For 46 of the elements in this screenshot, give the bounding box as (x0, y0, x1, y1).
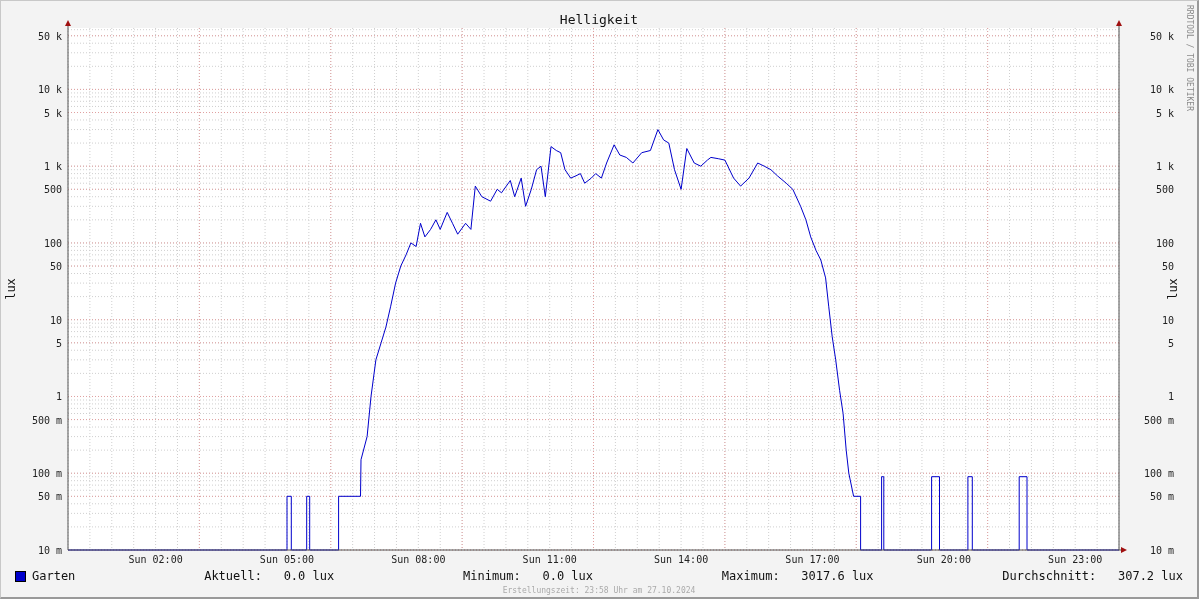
x-tick-label: Sun 11:00 (522, 554, 577, 565)
y-tick-label: 10 (1161, 314, 1174, 326)
y-tick-label: 100 m (1143, 468, 1174, 480)
y-tick-label: 50 m (1149, 491, 1174, 503)
x-tick-label: Sun 08:00 (391, 554, 446, 565)
y-tick-label: 500 (43, 184, 62, 196)
footer-text: Erstellungszeit: 23:58 Uhr am 27.10.2024 (501, 586, 697, 595)
y-tick-label: 50 (1161, 261, 1174, 273)
y-tick-label: 500 m (31, 414, 62, 426)
y-tick-label: 1 k (1155, 161, 1174, 173)
y-tick-label: 100 m (31, 468, 62, 480)
watermark-text: RRDTOOL / TOBI OETIKER (1185, 5, 1194, 111)
y-tick-label: 10 (49, 314, 62, 326)
y-tick-label: 10 k (1149, 84, 1174, 96)
x-tick-label: Sun 05:00 (259, 554, 315, 565)
y-tick-label: 1 (55, 391, 62, 403)
y-tick-label: 500 (1155, 184, 1174, 196)
chart-title: Helligkeit (559, 12, 639, 27)
statistic-text: Durchschnitt: 307.2 lux (1002, 569, 1183, 583)
y-axis-label: lux (1166, 278, 1180, 300)
y-tick-label: 5 k (43, 107, 62, 119)
x-tick-label: Sun 23:00 (1048, 554, 1103, 565)
statistic-text: Aktuell: 0.0 lux (204, 569, 335, 583)
y-tick-label: 500 m (1143, 414, 1174, 426)
y-tick-label: 5 k (1155, 107, 1174, 119)
x-tick-label: Sun 17:00 (785, 554, 840, 565)
legend-label: Garten (32, 569, 76, 583)
y-tick-label: 10 k (37, 84, 62, 96)
y-tick-label: 50 k (37, 30, 62, 42)
x-tick-label: Sun 02:00 (128, 554, 183, 565)
y-tick-label: 10 m (1149, 545, 1174, 556)
y-tick-label: 50 m (37, 491, 62, 503)
y-tick-label: 5 (1167, 337, 1174, 349)
x-tick-label: Sun 14:00 (654, 554, 709, 565)
y-tick-label: 1 k (43, 161, 62, 173)
statistic-text: Maximum: 3017.6 lux (721, 569, 874, 583)
y-axis-label: lux (4, 278, 18, 300)
y-tick-label: 1 (1167, 391, 1174, 403)
y-tick-label: 50 k (1149, 30, 1174, 42)
y-tick-label: 50 (49, 261, 62, 273)
y-tick-label: 100 (43, 237, 62, 249)
x-tick-label: Sun 20:00 (916, 554, 971, 565)
y-tick-label: 10 m (37, 545, 62, 556)
y-tick-label: 5 (55, 337, 62, 349)
statistic-text: Minimum: 0.0 lux (463, 569, 594, 583)
y-tick-label: 100 (1155, 237, 1174, 249)
